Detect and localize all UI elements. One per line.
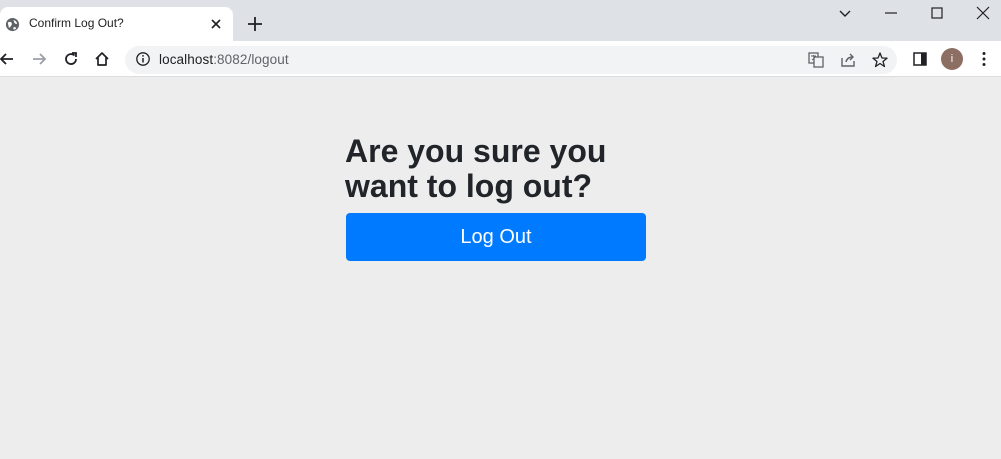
close-icon[interactable] — [209, 17, 223, 31]
chevron-down-icon[interactable] — [836, 5, 854, 23]
globe-icon — [5, 17, 20, 32]
star-icon[interactable] — [871, 51, 889, 69]
maximize-icon[interactable] — [928, 5, 946, 23]
url-host: localhost — [159, 52, 214, 67]
page-title: Are you sure you want to log out? — [345, 133, 607, 204]
tab-strip: Confirm Log Out? — [0, 0, 1001, 41]
page-content: Are you sure you want to log out? Log Ou… — [0, 78, 1001, 459]
url-text[interactable]: localhost:8082/logout — [159, 52, 289, 67]
share-icon[interactable] — [839, 51, 857, 69]
log-out-button[interactable]: Log Out — [346, 213, 646, 261]
avatar[interactable]: i — [941, 48, 963, 70]
home-icon[interactable] — [93, 50, 111, 68]
translate-icon[interactable] — [807, 51, 825, 69]
browser-toolbar: localhost:8082/logout i — [0, 41, 1001, 77]
minimize-icon[interactable] — [882, 5, 900, 23]
window-close-icon[interactable] — [974, 5, 992, 23]
plus-icon[interactable] — [246, 15, 264, 33]
back-arrow-icon[interactable] — [0, 50, 16, 68]
forward-arrow-icon[interactable] — [30, 50, 48, 68]
browser-tab[interactable]: Confirm Log Out? — [0, 7, 233, 41]
side-panel-icon[interactable] — [911, 50, 929, 68]
tab-title: Confirm Log Out? — [29, 16, 124, 30]
kebab-menu-icon[interactable] — [975, 50, 993, 68]
info-icon[interactable] — [135, 51, 151, 67]
address-bar[interactable]: localhost:8082/logout — [125, 46, 897, 74]
url-path: :8082/logout — [213, 52, 289, 67]
reload-icon[interactable] — [62, 50, 80, 68]
